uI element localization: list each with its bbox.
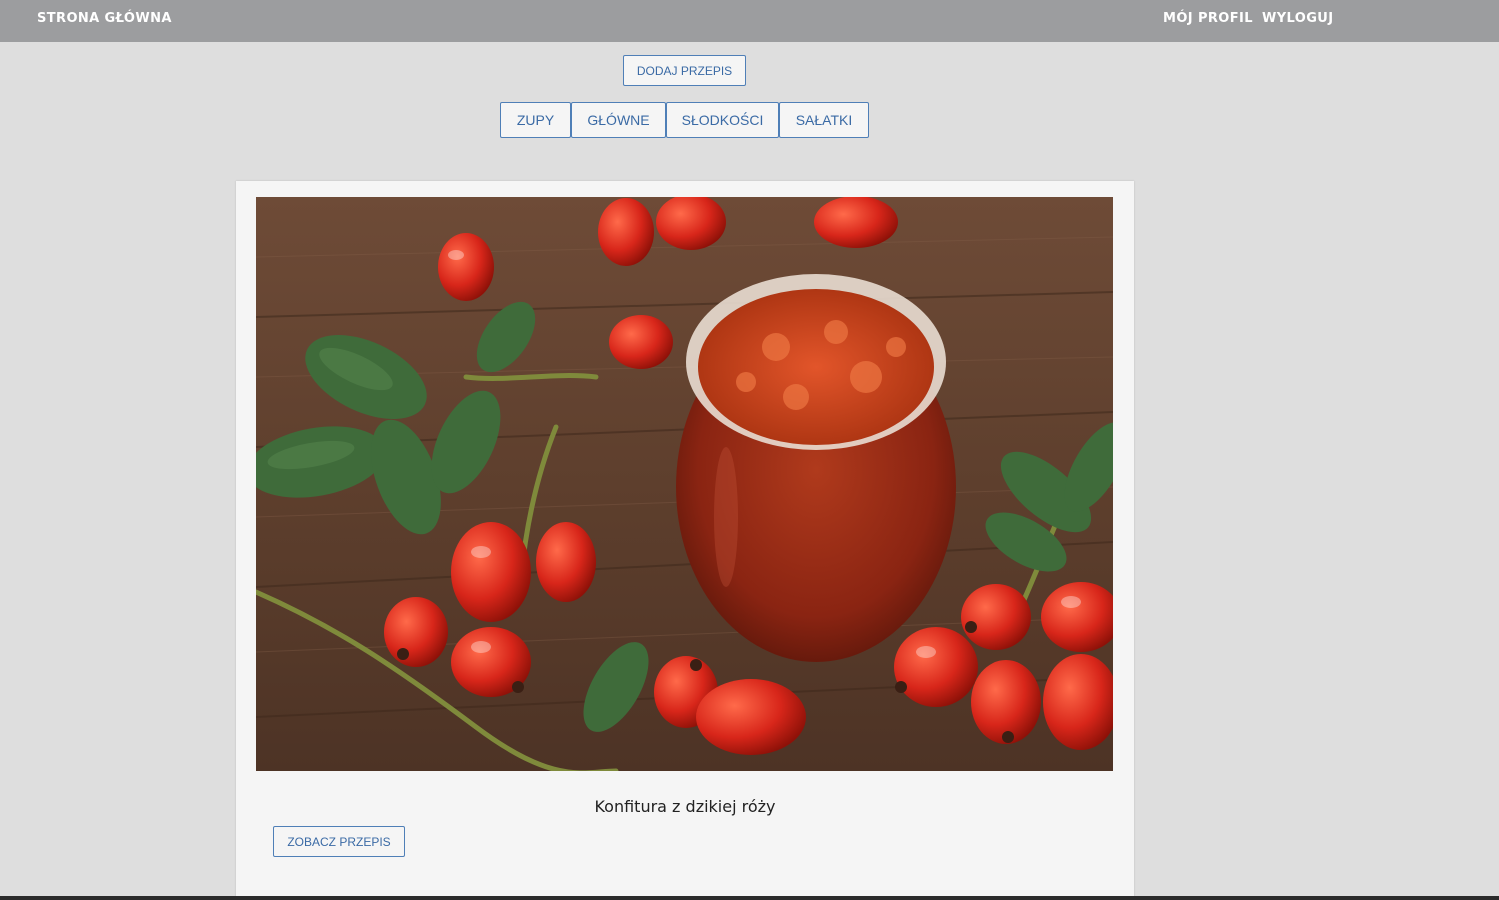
add-recipe-button[interactable]: DODAJ PRZEPIS: [623, 55, 746, 86]
category-sweets-button[interactable]: SŁODKOŚCI: [666, 102, 779, 138]
nav-logout-link[interactable]: WYLOGUJ: [1262, 11, 1334, 26]
category-salads-button[interactable]: SAŁATKI: [779, 102, 869, 138]
rosehip-jam-illustration: [256, 197, 1113, 771]
nav-home-link[interactable]: STRONA GŁÓWNA: [37, 11, 172, 26]
view-recipe-button[interactable]: ZOBACZ PRZEPIS: [273, 826, 405, 857]
next-card-edge: [0, 896, 1499, 900]
category-main-button[interactable]: GŁÓWNE: [571, 102, 666, 138]
nav-profile-link[interactable]: MÓJ PROFIL: [1163, 11, 1253, 26]
top-navbar: STRONA GŁÓWNA MÓJ PROFIL WYLOGUJ: [0, 0, 1499, 42]
recipe-title: Konfitura z dzikiej róży: [594, 797, 776, 816]
category-soups-button[interactable]: ZUPY: [500, 102, 571, 138]
recipe-photo[interactable]: [256, 197, 1113, 771]
category-filter-group: ZUPY GŁÓWNE SŁODKOŚCI SAŁATKI: [500, 102, 869, 138]
recipe-card: Konfitura z dzikiej róży ZOBACZ PRZEPIS: [236, 181, 1134, 900]
